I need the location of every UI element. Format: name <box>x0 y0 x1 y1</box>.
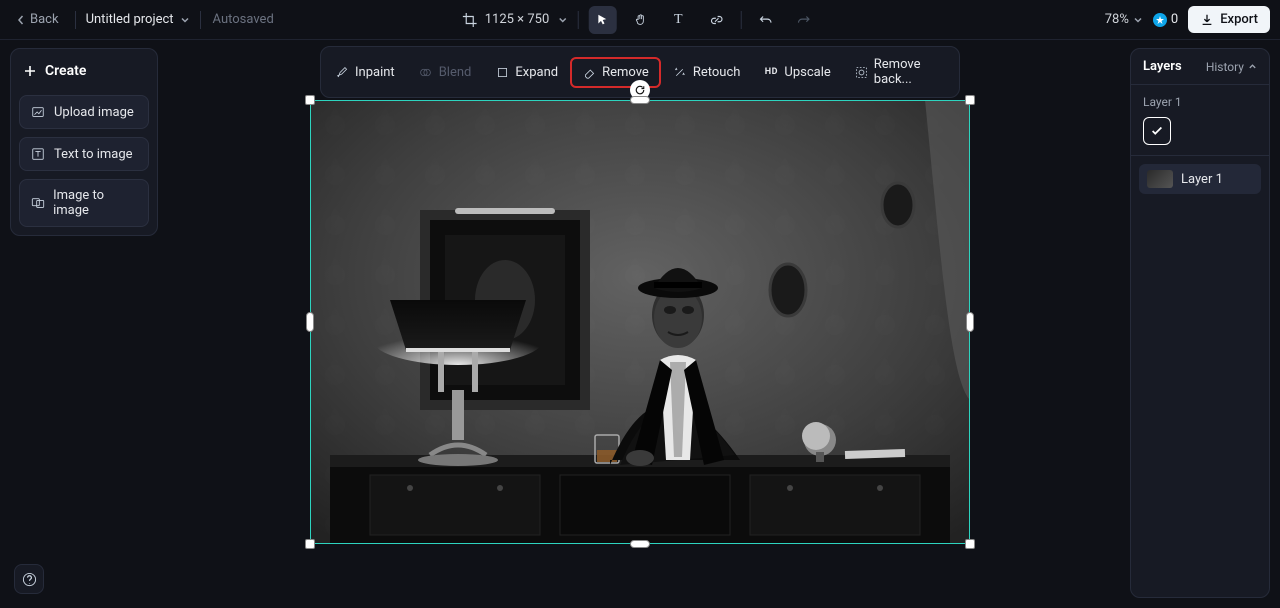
upscale-button[interactable]: HD Upscale <box>754 59 840 86</box>
image-to-image-button[interactable]: Image to image <box>19 179 149 227</box>
upload-icon <box>30 104 46 120</box>
canvas-selection[interactable] <box>310 100 970 544</box>
chevron-left-icon <box>16 15 26 25</box>
inpaint-button[interactable]: Inpaint <box>325 59 405 86</box>
resize-handle-bl[interactable] <box>305 539 315 549</box>
expand-label: Expand <box>515 65 558 80</box>
check-icon <box>1150 124 1164 138</box>
undo-icon <box>758 13 772 27</box>
image-to-image-icon <box>30 195 45 211</box>
divider <box>577 11 578 29</box>
layer-item[interactable]: Layer 1 <box>1139 164 1261 194</box>
download-icon <box>1200 13 1214 27</box>
select-tool[interactable] <box>588 6 616 34</box>
credits-value: 0 <box>1171 12 1178 27</box>
export-label: Export <box>1220 12 1258 27</box>
zoom-dropdown[interactable]: 78% <box>1105 12 1143 27</box>
resize-handle-tr[interactable] <box>965 95 975 105</box>
layers-tab[interactable]: Layers <box>1143 59 1182 74</box>
create-header: Create <box>19 57 149 87</box>
layer-name: Layer 1 <box>1181 172 1223 187</box>
text-to-image-button[interactable]: Text to image <box>19 137 149 171</box>
plus-icon <box>23 64 37 78</box>
resize-handle-tl[interactable] <box>305 95 315 105</box>
project-title-dropdown[interactable]: Untitled project <box>86 12 190 27</box>
history-tab[interactable]: History <box>1206 60 1257 74</box>
blend-label: Blend <box>439 65 472 80</box>
text-tool[interactable]: T <box>664 6 692 34</box>
divider <box>740 11 741 29</box>
upload-label: Upload image <box>54 105 134 120</box>
divider <box>200 11 201 29</box>
hd-icon: HD <box>764 65 778 79</box>
layer-visibility-thumb[interactable] <box>1143 117 1171 145</box>
history-label: History <box>1206 60 1244 74</box>
resize-handle-bottom[interactable] <box>630 540 650 548</box>
remove-bg-icon <box>855 65 868 79</box>
back-label: Back <box>30 12 59 27</box>
remove-label: Remove <box>602 65 649 80</box>
divider <box>75 11 76 29</box>
resize-handle-br[interactable] <box>965 539 975 549</box>
autosaved-label: Autosaved <box>213 12 274 27</box>
inpaint-label: Inpaint <box>355 65 395 80</box>
resize-handle-right[interactable] <box>966 312 974 332</box>
selection-outline <box>310 100 970 544</box>
chevron-up-icon <box>1248 62 1257 71</box>
help-button[interactable] <box>14 564 44 594</box>
canvas-dimensions: 1125 × 750 <box>485 12 550 27</box>
resize-handle-left[interactable] <box>306 312 314 332</box>
undo-button[interactable] <box>751 6 779 34</box>
blend-button: Blend <box>409 59 482 86</box>
text-to-image-icon <box>30 146 46 162</box>
remove-bg-label: Remove back... <box>874 57 945 87</box>
retouch-button[interactable]: Retouch <box>663 59 751 86</box>
retouch-label: Retouch <box>693 65 741 80</box>
help-icon <box>22 572 37 587</box>
layer-thumbnail <box>1147 170 1173 188</box>
expand-button[interactable]: Expand <box>485 59 568 86</box>
brush-icon <box>335 65 349 79</box>
hand-icon <box>633 13 647 27</box>
remove-background-button[interactable]: Remove back... <box>845 51 955 93</box>
create-panel: Create Upload image Text to image Image … <box>10 48 158 236</box>
canvas-dimensions-dropdown[interactable]: 1125 × 750 <box>463 12 568 27</box>
wand-icon <box>673 65 687 79</box>
chevron-down-icon <box>180 15 190 25</box>
hand-tool[interactable] <box>626 6 654 34</box>
credits-icon <box>1153 13 1167 27</box>
redo-icon <box>796 13 810 27</box>
expand-icon <box>495 65 509 79</box>
crop-icon <box>463 13 477 27</box>
create-label: Create <box>45 63 86 79</box>
zoom-value: 78% <box>1105 12 1129 27</box>
chevron-down-icon <box>557 15 567 25</box>
chevron-down-icon <box>1133 15 1143 25</box>
cursor-icon <box>595 13 609 27</box>
eraser-icon <box>582 65 596 79</box>
redo-button[interactable] <box>789 6 817 34</box>
text-to-image-label: Text to image <box>54 147 133 162</box>
selected-layer-label: Layer 1 <box>1143 95 1257 109</box>
link-icon <box>709 13 723 27</box>
refresh-icon <box>634 84 646 96</box>
blend-icon <box>419 65 433 79</box>
layers-panel: Layers History Layer 1 Layer 1 <box>1130 48 1270 598</box>
project-title: Untitled project <box>86 12 174 27</box>
back-button[interactable]: Back <box>10 8 65 31</box>
resize-handle-top[interactable] <box>630 96 650 104</box>
image-to-image-label: Image to image <box>53 188 138 218</box>
credits-button[interactable]: 0 <box>1153 12 1178 27</box>
upscale-label: Upscale <box>784 65 830 80</box>
upload-image-button[interactable]: Upload image <box>19 95 149 129</box>
link-tool[interactable] <box>702 6 730 34</box>
export-button[interactable]: Export <box>1188 6 1270 33</box>
text-icon: T <box>674 12 683 28</box>
